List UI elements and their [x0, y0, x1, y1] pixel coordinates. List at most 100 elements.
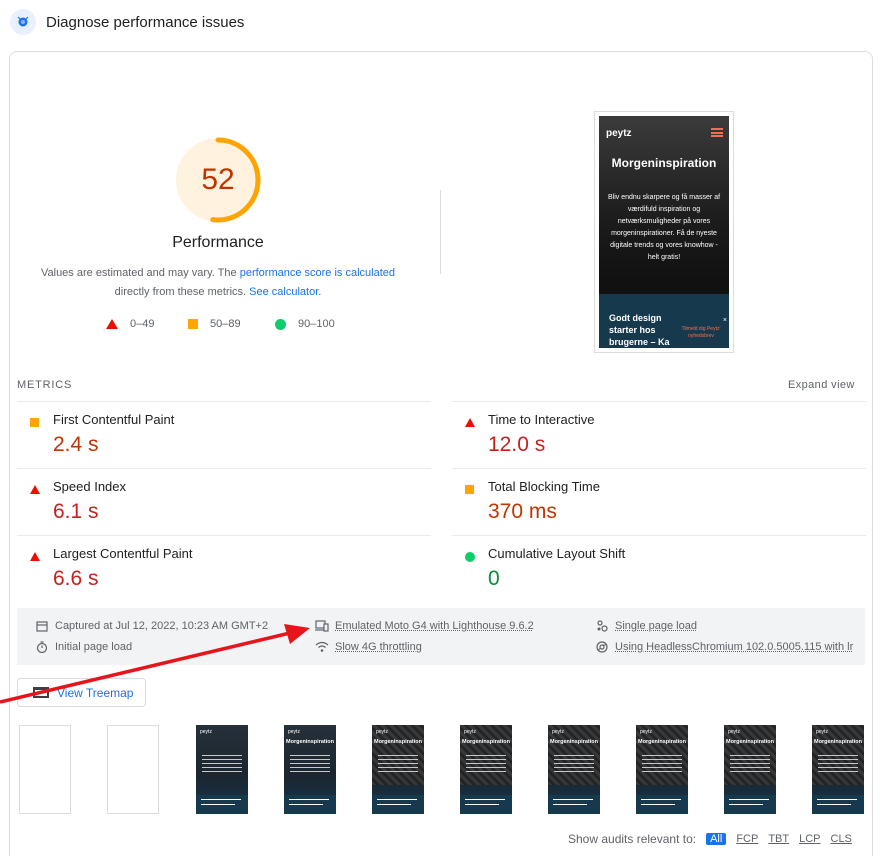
final-screenshot[interactable]: peytz Morgeninspiration Bliv endnu skarp… — [594, 111, 734, 353]
screenshot-content: peytz Morgeninspiration Bliv endnu skarp… — [599, 116, 729, 348]
annotation-arrow — [0, 624, 310, 704]
metric-name: Total Blocking Time — [488, 479, 600, 494]
metrics-label: METRICS — [17, 379, 73, 391]
frame-heading: Morgeninspiration — [638, 739, 686, 745]
metric-value: 2.4 s — [53, 433, 99, 456]
single-page-load[interactable]: Single page load — [595, 619, 697, 633]
square-icon — [188, 319, 198, 329]
filmstrip-frame[interactable]: peytz Morgeninspiration — [548, 725, 600, 814]
metric-name: Cumulative Layout Shift — [488, 546, 626, 561]
frame-brand: peytz — [640, 729, 652, 735]
metric-fcp[interactable]: First Contentful Paint 2.4 s — [17, 401, 431, 468]
screenshot-body: Bliv endnu skarpere og få masser af værd… — [607, 194, 721, 261]
metric-name: Largest Contentful Paint — [53, 546, 193, 561]
triangle-icon — [30, 552, 40, 561]
screenshot-heading: Morgeninspiration — [611, 156, 717, 170]
metric-value: 6.6 s — [53, 567, 99, 590]
filmstrip-frame[interactable]: peytz Morgeninspiration — [636, 725, 688, 814]
frame-brand: peytz — [464, 729, 476, 735]
performance-description: Values are estimated and may vary. The p… — [38, 264, 398, 302]
chrome-icon — [595, 640, 609, 654]
section-header: Diagnose performance issues — [10, 8, 244, 36]
metric-name: Speed Index — [53, 479, 127, 494]
frame-heading: Morgeninspiration — [726, 739, 774, 745]
hamburger-icon — [711, 128, 723, 137]
frame-heading: Morgeninspiration — [374, 739, 422, 745]
close-icon: × — [722, 317, 727, 324]
filter-all[interactable]: All — [706, 833, 727, 845]
metric-cls[interactable]: Cumulative Layout Shift 0 — [452, 535, 866, 602]
score-calculated-link[interactable]: performance score is calculated — [240, 267, 395, 279]
filmstrip-frame[interactable]: peytz Morgeninspiration — [812, 725, 864, 814]
circle-icon — [275, 318, 286, 330]
metric-name: Time to Interactive — [488, 412, 595, 427]
filmstrip-frame[interactable]: peytz Morgeninspiration — [284, 725, 336, 814]
frame-heading: Morgeninspiration — [462, 739, 510, 745]
filmstrip-frame[interactable] — [19, 725, 71, 814]
browser-text: Using HeadlessChromium 102.0.5005.115 wi… — [615, 641, 854, 653]
emulated-text: Emulated Moto G4 with Lighthouse 9.6.2 — [335, 620, 534, 632]
throttling-text: Slow 4G throttling — [335, 641, 422, 653]
filmstrip-frame[interactable]: peytz Morgeninspiration — [372, 725, 424, 814]
frame-brand: peytz — [376, 729, 388, 735]
frame-brand: peytz — [728, 729, 740, 735]
filter-tbt[interactable]: TBT — [768, 833, 789, 845]
frame-heading: Morgeninspiration — [550, 739, 598, 745]
audit-filter-label: Show audits relevant to: — [568, 832, 697, 846]
metric-value: 370 ms — [488, 500, 557, 523]
audit-filter: Show audits relevant to: All FCP TBT LCP… — [568, 832, 852, 846]
legend-label: 0–49 — [130, 318, 155, 330]
frame-heading: Morgeninspiration — [814, 739, 862, 745]
divider — [440, 190, 441, 274]
emulated-device[interactable]: Emulated Moto G4 with Lighthouse 9.6.2 — [315, 619, 534, 633]
performance-title: Performance — [172, 234, 264, 251]
metric-lcp[interactable]: Largest Contentful Paint 6.6 s — [17, 535, 431, 602]
browser-info[interactable]: Using HeadlessChromium 102.0.5005.115 wi… — [595, 640, 853, 654]
metric-value: 12.0 s — [488, 433, 546, 456]
screenshot-footer: Godt design starter hos brugerne – Ka Ti… — [599, 294, 729, 348]
legend-average: 50–89 — [188, 318, 241, 330]
section-title: Diagnose performance issues — [46, 13, 245, 31]
screenshot-footer-cta: Tilmeld dig Peytz' nyhedsbrev — [681, 326, 721, 339]
circle-icon — [465, 552, 475, 562]
performance-gauge[interactable]: 52 — [174, 136, 262, 224]
legend-label: 90–100 — [298, 318, 335, 330]
metric-tbt[interactable]: Total Blocking Time 370 ms — [452, 468, 866, 535]
desc-text-2: directly from these metrics. — [114, 286, 250, 298]
network-throttling[interactable]: Slow 4G throttling — [315, 640, 422, 654]
filter-fcp[interactable]: FCP — [736, 833, 758, 845]
filmstrip: peytz peytz Morgeninspiration peytz Morg… — [0, 724, 882, 816]
metric-value: 0 — [488, 567, 500, 590]
filmstrip-frame[interactable] — [107, 725, 159, 814]
triangle-icon — [465, 418, 475, 427]
screenshot-footer-text: Godt design starter hos brugerne – Ka — [609, 313, 670, 347]
performance-score: 52 — [201, 163, 235, 196]
lighthouse-icon — [10, 9, 36, 35]
metric-si[interactable]: Speed Index 6.1 s — [17, 468, 431, 535]
expand-view-button[interactable]: Expand view — [788, 379, 855, 391]
metric-tti[interactable]: Time to Interactive 12.0 s — [452, 401, 866, 468]
triangle-icon — [30, 485, 40, 494]
filmstrip-frame[interactable]: peytz — [196, 725, 248, 814]
metric-value: 6.1 s — [53, 500, 99, 523]
square-icon — [465, 485, 474, 494]
see-calculator-link[interactable]: See calculator. — [249, 286, 321, 298]
frame-brand: peytz — [552, 729, 564, 735]
desc-text-1: Values are estimated and may vary. The — [40, 267, 240, 279]
frame-brand: peytz — [288, 729, 300, 735]
triangle-icon — [106, 319, 118, 329]
square-icon — [30, 418, 39, 427]
metric-name: First Contentful Paint — [53, 412, 175, 427]
frame-brand: peytz — [816, 729, 828, 735]
filter-cls[interactable]: CLS — [831, 833, 852, 845]
filmstrip-frame[interactable]: peytz Morgeninspiration — [724, 725, 776, 814]
person-icon — [595, 619, 609, 633]
legend-pass: 90–100 — [275, 318, 335, 330]
single-load-text: Single page load — [615, 620, 697, 632]
frame-heading: Morgeninspiration — [286, 739, 334, 745]
filmstrip-frame[interactable]: peytz Morgeninspiration — [460, 725, 512, 814]
legend-fail: 0–49 — [106, 318, 154, 330]
filter-lcp[interactable]: LCP — [799, 833, 820, 845]
frame-brand: peytz — [200, 729, 212, 735]
legend-label: 50–89 — [210, 318, 241, 330]
